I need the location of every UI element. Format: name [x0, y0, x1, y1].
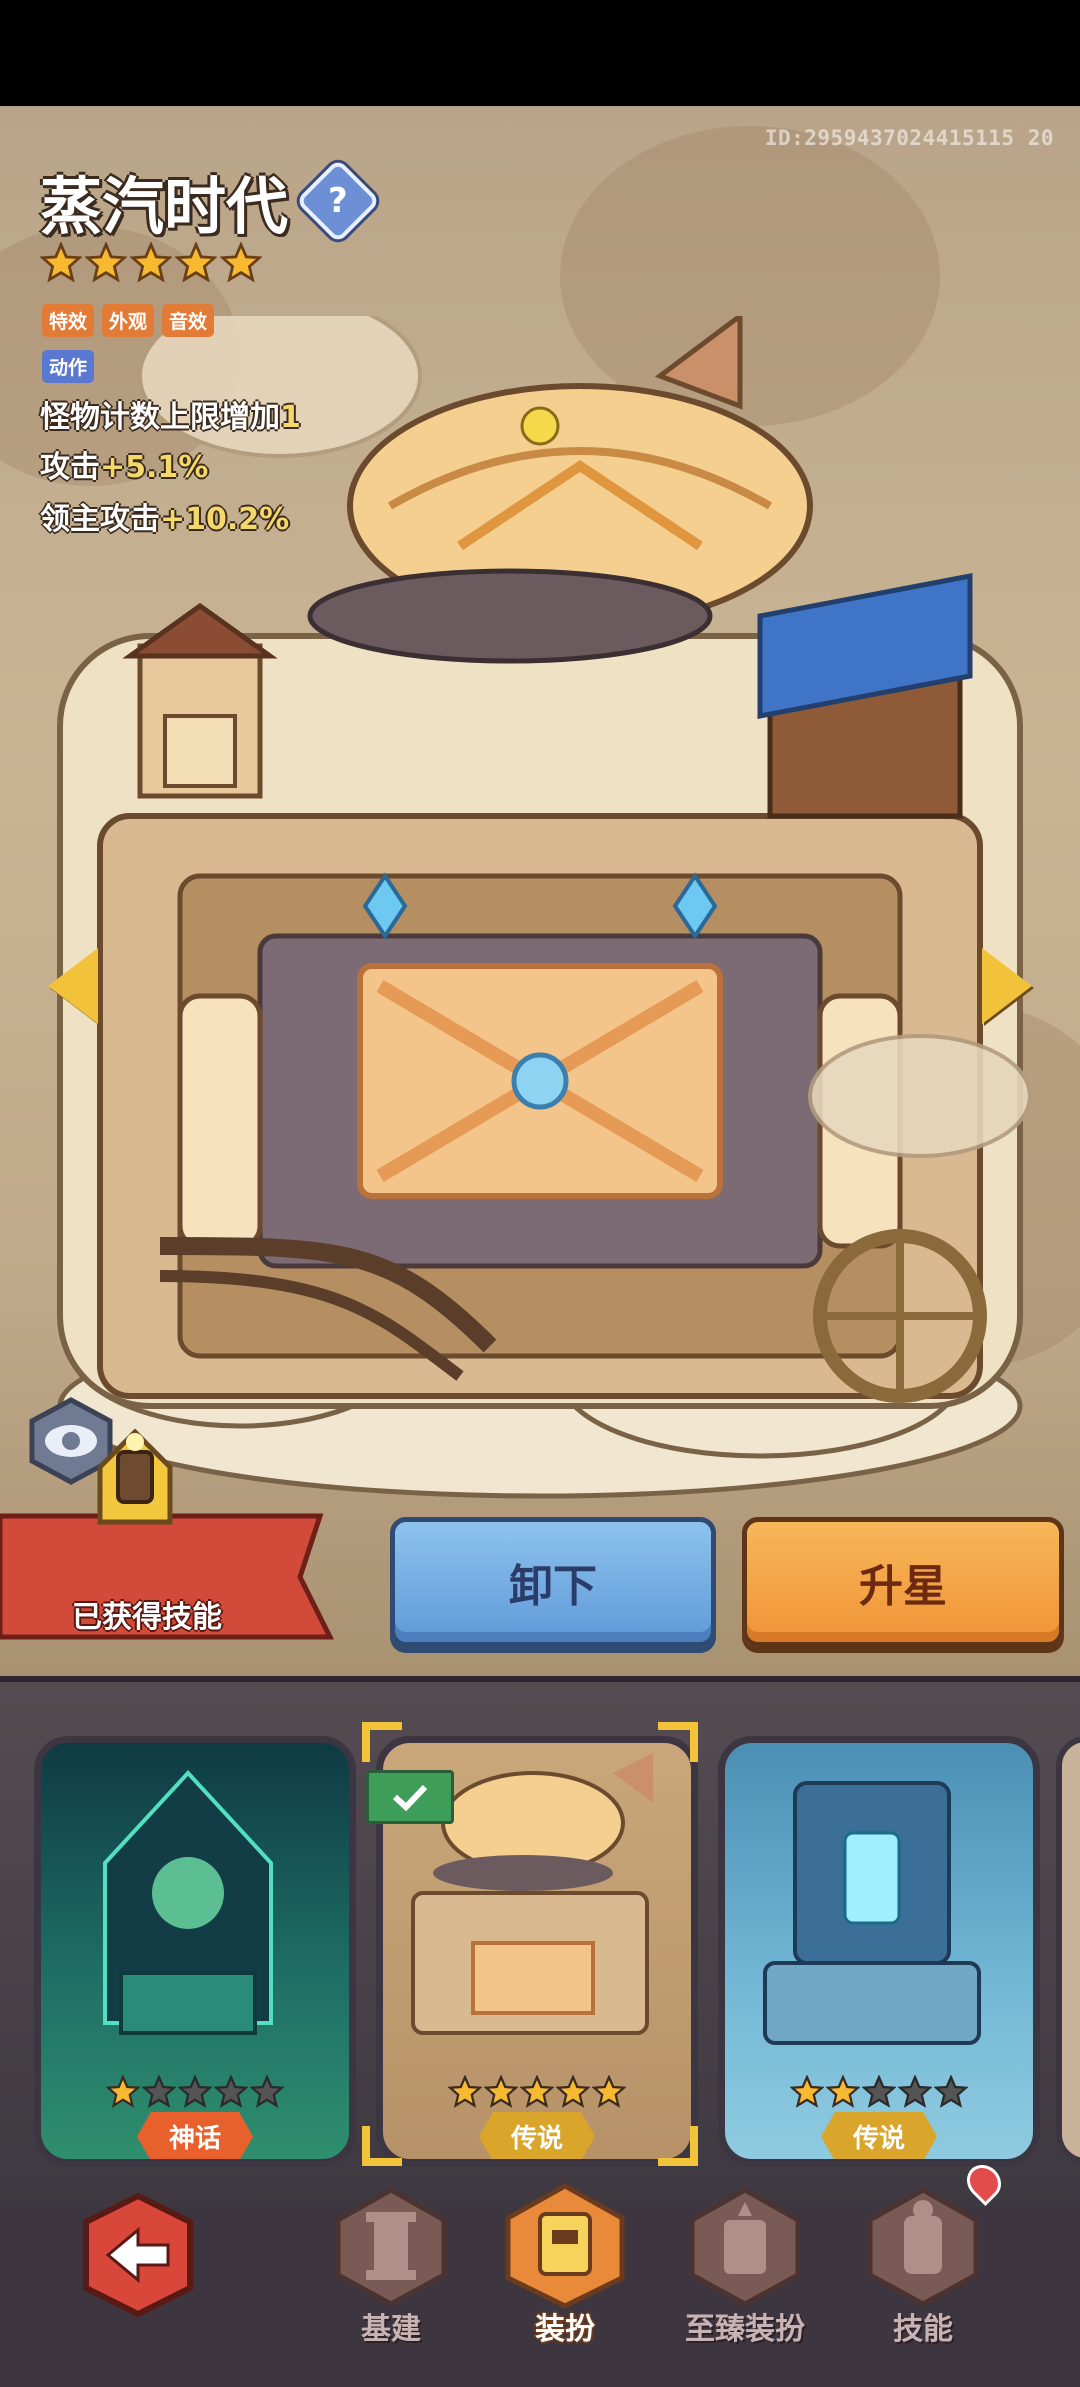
tag-action: 动作 [42, 350, 95, 383]
card-star-rating [106, 2075, 284, 2109]
star-icon [520, 2075, 554, 2108]
star-icon [106, 2075, 140, 2108]
nav-tab-skill[interactable]: 技能 [848, 2180, 998, 2380]
pillar-icon [335, 2187, 447, 2307]
star-icon [592, 2075, 626, 2108]
star-icon [40, 242, 82, 283]
star-empty-icon [178, 2075, 212, 2108]
dress-up-icon [505, 2183, 625, 2309]
mythic-building-art [103, 1770, 273, 2035]
previous-arrow-icon[interactable] [48, 948, 98, 1024]
building-title: 蒸汽时代 [40, 170, 289, 243]
stat-attack: 攻击+5.1% [40, 442, 208, 486]
upgrade-star-button[interactable]: 升星 [742, 1517, 1064, 1647]
status-bar [0, 0, 1080, 106]
nav-tab-supreme-dress[interactable]: 至臻装扮 [670, 2180, 820, 2380]
stat-monster-limit: 怪物计数上限增加1 [40, 392, 301, 436]
star-icon [556, 2075, 590, 2108]
rarity-badge: 神话 [136, 2112, 254, 2159]
skin-card-mythic[interactable]: 神话 [34, 1736, 356, 2166]
player-id-label: ID:2959437024415115 20 [764, 126, 1054, 150]
star-icon [790, 2075, 824, 2108]
stat-label: 攻击 [40, 450, 100, 485]
star-icon [85, 242, 127, 283]
stat-label: 领主攻击 [40, 502, 160, 537]
star-icon [484, 2075, 518, 2108]
next-card-peek[interactable] [1056, 1736, 1080, 2164]
rarity-badge: 传说 [478, 2112, 596, 2159]
tag-effect: 特效 [42, 304, 95, 337]
nav-label: 基建 [361, 2312, 421, 2347]
back-arrow-icon[interactable] [78, 2190, 198, 2320]
card-star-rating [448, 2075, 626, 2109]
star-empty-icon [250, 2075, 284, 2108]
star-empty-icon [142, 2075, 176, 2108]
star-icon [220, 242, 262, 283]
help-icon[interactable]: ? [295, 158, 381, 244]
tag-sound: 音效 [162, 304, 215, 337]
star-icon [175, 242, 217, 283]
star-icon [448, 2075, 482, 2108]
equipped-check-icon [366, 1770, 454, 1824]
nav-tab-dress-up[interactable]: 装扮 [490, 2180, 640, 2380]
star-empty-icon [862, 2075, 896, 2108]
star-icon [130, 242, 172, 283]
rarity-badge: 传说 [820, 2112, 938, 2159]
feature-tags-row2: 动作 [42, 350, 95, 383]
stat-lord-attack: 领主攻击+10.2% [40, 494, 289, 538]
stat-value: +5.1% [100, 450, 209, 485]
nav-label: 装扮 [535, 2312, 595, 2347]
building-star-rating [40, 242, 262, 284]
skin-card-cyber[interactable]: 传说 [718, 1736, 1040, 2166]
star-empty-icon [898, 2075, 932, 2108]
star-icon [826, 2075, 860, 2108]
next-arrow-icon[interactable] [982, 948, 1032, 1024]
nav-label: 技能 [893, 2312, 953, 2347]
nav-label: 至臻装扮 [685, 2312, 805, 2347]
card-star-rating [790, 2075, 968, 2109]
acquired-skill-label: 已获得技能 [72, 1600, 222, 1635]
feature-tags: 特效 外观 音效 [42, 304, 215, 337]
stat-value: +10.2% [160, 502, 290, 537]
star-empty-icon [214, 2075, 248, 2108]
unequip-button[interactable]: 卸下 [390, 1517, 716, 1647]
star-empty-icon [934, 2075, 968, 2108]
skill-icon [867, 2187, 979, 2307]
stat-value: 1 [280, 400, 301, 435]
tag-appearance: 外观 [102, 304, 155, 337]
supreme-dress-icon [689, 2187, 801, 2307]
nav-tab-infrastructure[interactable]: 基建 [316, 2180, 466, 2380]
cyber-building-art [763, 1781, 981, 2045]
stat-label: 怪物计数上限增加 [40, 400, 280, 435]
